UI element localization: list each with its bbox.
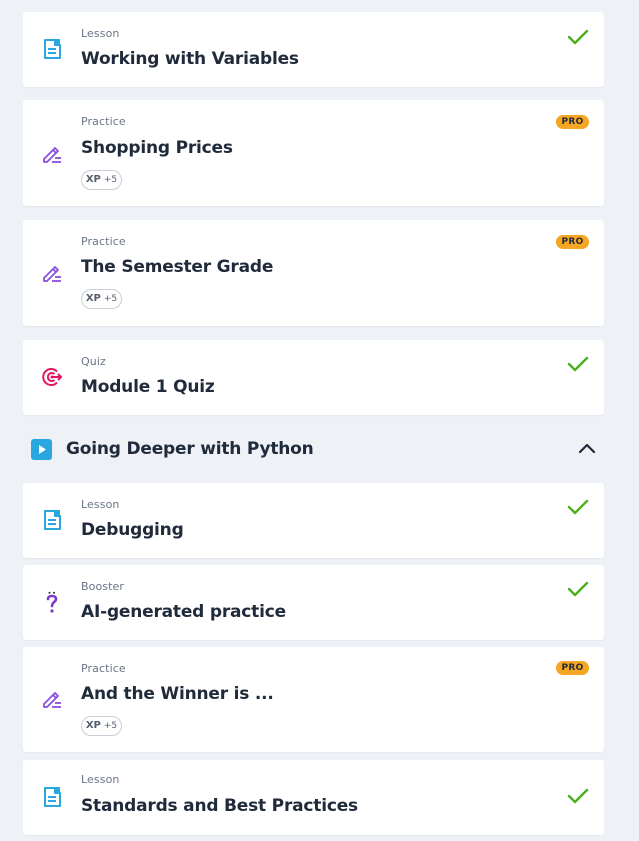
pencil-icon xyxy=(43,692,61,708)
item-title: AI-generated practice xyxy=(81,602,286,622)
xp-value: +5 xyxy=(103,175,118,185)
pencil-icon xyxy=(43,147,61,163)
item-type-label: Quiz xyxy=(81,355,106,368)
checkmark-icon xyxy=(567,29,589,45)
play-icon xyxy=(31,439,52,460)
lesson-icon xyxy=(44,510,61,530)
practice-card[interactable]: Practice The Semester Grade PRO XP +5 xyxy=(23,220,604,326)
lesson-icon xyxy=(44,787,61,807)
item-type-label: Practice xyxy=(81,115,126,128)
xp-label: XP xyxy=(85,293,101,304)
checkmark-icon xyxy=(567,356,589,372)
xp-pill: XP +5 xyxy=(81,170,122,190)
lesson-card[interactable]: Lesson Working with Variables xyxy=(23,12,604,87)
practice-card[interactable]: Practice And the Winner is ... PRO XP +5 xyxy=(23,647,604,752)
lesson-card[interactable]: Lesson Debugging xyxy=(23,483,604,558)
xp-pill: XP +5 xyxy=(81,289,122,309)
item-type-label: Lesson xyxy=(81,27,120,40)
pencil-icon xyxy=(43,266,61,282)
item-type-label: Booster xyxy=(81,580,125,593)
pro-badge: PRO xyxy=(556,235,589,249)
module-section-header[interactable]: Going Deeper with Python xyxy=(23,430,604,468)
item-type-label: Lesson xyxy=(81,498,120,511)
item-title: Debugging xyxy=(81,520,184,540)
practice-card[interactable]: Practice Shopping Prices PRO XP +5 xyxy=(23,100,604,206)
pro-badge: PRO xyxy=(556,661,589,675)
booster-card[interactable]: Booster AI-generated practice xyxy=(23,565,604,640)
xp-value: +5 xyxy=(103,721,118,731)
pro-badge: PRO xyxy=(556,115,589,129)
section-title: Going Deeper with Python xyxy=(66,439,314,459)
question-mark-icon xyxy=(46,591,58,613)
item-title: Module 1 Quiz xyxy=(81,377,215,397)
checkmark-icon xyxy=(567,788,589,804)
checkmark-icon xyxy=(567,581,589,597)
item-type-label: Practice xyxy=(81,662,126,675)
item-title: Working with Variables xyxy=(81,49,299,69)
chevron-up-icon[interactable] xyxy=(578,441,596,455)
xp-label: XP xyxy=(85,720,101,731)
item-title: The Semester Grade xyxy=(81,257,274,277)
xp-pill: XP +5 xyxy=(81,716,122,736)
lesson-icon xyxy=(44,39,61,59)
item-title: And the Winner is ... xyxy=(81,684,274,704)
checkmark-icon xyxy=(567,499,589,515)
quiz-card[interactable]: Quiz Module 1 Quiz xyxy=(23,340,604,415)
item-title: Standards and Best Practices xyxy=(81,796,358,816)
xp-label: XP xyxy=(85,174,101,185)
xp-value: +5 xyxy=(103,294,118,304)
item-type-label: Lesson xyxy=(81,773,120,786)
target-icon xyxy=(42,368,63,386)
item-title: Shopping Prices xyxy=(81,138,233,158)
item-type-label: Practice xyxy=(81,235,126,248)
lesson-card[interactable]: Lesson Standards and Best Practices xyxy=(23,760,604,835)
